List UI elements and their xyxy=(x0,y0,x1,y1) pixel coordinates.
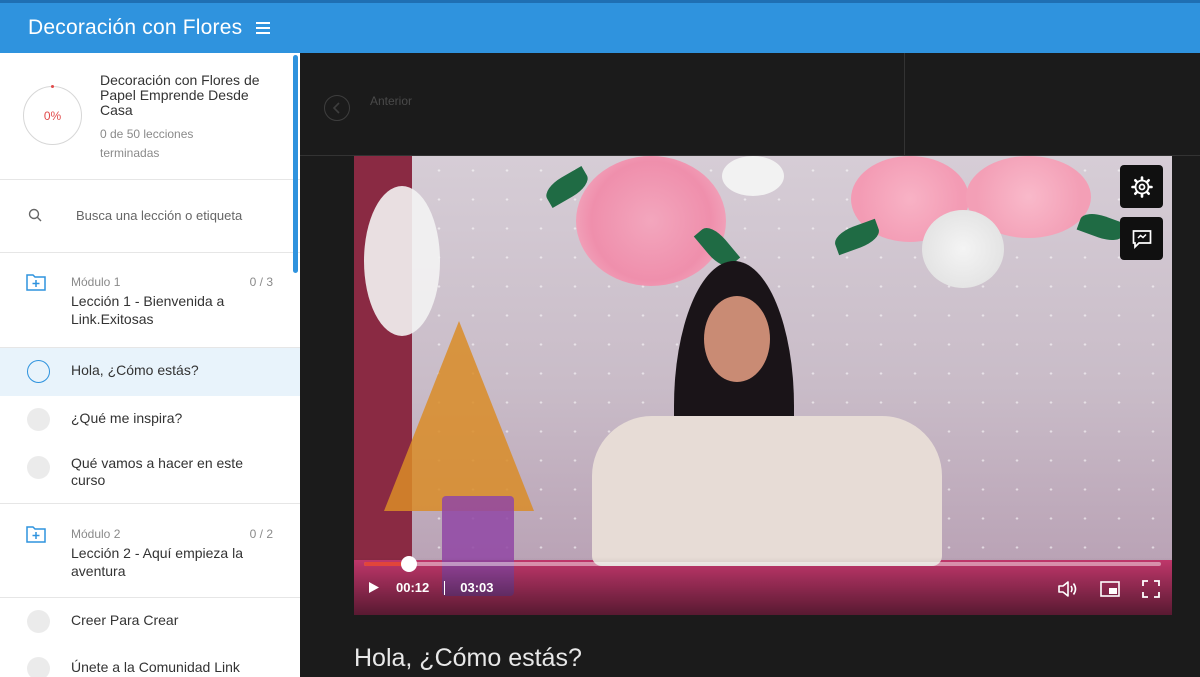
module-header[interactable]: Módulo 2 0 / 2 Lección 2 - Aquí empieza … xyxy=(0,504,300,598)
video-ruler xyxy=(384,321,534,511)
video-player[interactable]: 00:12 03:03 xyxy=(354,156,1172,615)
course-progress-card: 0% Decoración con Flores de Papel Empren… xyxy=(0,53,300,180)
progress-ring: 0% xyxy=(23,85,82,145)
picture-in-picture-icon[interactable] xyxy=(1099,579,1121,599)
play-icon[interactable] xyxy=(368,581,380,594)
course-name: Decoración con Flores de Papel Emprende … xyxy=(100,72,260,118)
lesson-item[interactable]: Creer Para Crear xyxy=(0,598,300,645)
lesson-item[interactable]: ¿Qué me inspira? xyxy=(0,396,300,444)
sidebar-scrollbar[interactable] xyxy=(293,55,298,273)
sidebar-header: Decoración con Flores xyxy=(0,0,300,53)
lesson-title: Únete a la Comunidad Link xyxy=(71,659,240,675)
seek-handle[interactable] xyxy=(401,556,417,572)
module-label: Módulo 1 xyxy=(71,275,121,289)
lesson-title: Qué vamos a hacer en este curso xyxy=(71,455,243,488)
sidebar-content[interactable]: 0% Decoración con Flores de Papel Empren… xyxy=(0,53,300,677)
lesson-title: Hola, ¿Cómo estás? xyxy=(71,362,199,378)
player-controls: 00:12 03:03 xyxy=(354,556,1172,615)
feedback-button[interactable] xyxy=(1120,217,1163,260)
lesson-heading: Hola, ¿Cómo estás? xyxy=(354,644,582,672)
lessons-completed: 0 de 50 lecciones terminadas xyxy=(100,127,194,160)
video-flower xyxy=(576,156,726,286)
chevron-left-icon xyxy=(332,102,340,114)
search-icon xyxy=(28,208,42,222)
module-count: 0 / 2 xyxy=(249,527,273,541)
video-face xyxy=(704,296,770,382)
lesson-item[interactable]: Qué vamos a hacer en este curso xyxy=(0,444,300,504)
lesson-status-icon xyxy=(27,657,50,677)
current-time: 00:12 xyxy=(396,580,430,595)
lesson-status-icon xyxy=(27,360,50,383)
lesson-search[interactable]: Busca una lección o etiqueta xyxy=(0,180,300,253)
seek-bar[interactable] xyxy=(364,556,1161,572)
sidebar: Decoración con Flores 0% Decoración con … xyxy=(0,0,300,677)
previous-button[interactable] xyxy=(324,95,350,121)
gear-icon xyxy=(1130,175,1153,198)
module-title: Lección 2 - Aquí empieza la aventura xyxy=(71,545,243,579)
feedback-icon xyxy=(1132,229,1151,249)
progress-percent: 0% xyxy=(43,108,62,123)
progress-indicator xyxy=(51,85,54,88)
previous-label[interactable]: Anterior xyxy=(370,94,412,108)
lesson-item-active[interactable]: Hola, ¿Cómo estás? xyxy=(0,348,300,396)
fullscreen-icon[interactable] xyxy=(1141,579,1161,599)
video-body xyxy=(592,416,942,566)
search-input[interactable]: Busca una lección o etiqueta xyxy=(76,208,242,223)
course-title: Decoración con Flores xyxy=(28,16,243,39)
module-count: 0 / 3 xyxy=(249,275,273,289)
player-controls-right xyxy=(1057,579,1161,599)
time-separator xyxy=(444,580,446,595)
video-paper-flower xyxy=(364,186,440,336)
folder-plus-icon xyxy=(26,526,46,543)
lesson-title: Creer Para Crear xyxy=(71,612,179,628)
time-display: 00:12 03:03 xyxy=(368,580,494,595)
lesson-status-icon xyxy=(27,610,50,633)
folder-plus-icon xyxy=(26,274,46,291)
nav-divider xyxy=(904,53,905,156)
module-title: Lección 1 - Bienvenida a Link.Exitosas xyxy=(71,293,225,327)
lesson-title: ¿Qué me inspira? xyxy=(71,410,183,426)
module-label: Módulo 2 xyxy=(71,527,121,541)
hamburger-menu-icon[interactable] xyxy=(256,22,271,34)
video-flower xyxy=(722,156,784,196)
settings-button[interactable] xyxy=(1120,165,1163,208)
main-content: Anterior 00:12 03:03 Hola, ¿Cómo estás? xyxy=(300,53,1200,677)
lesson-navbar: Anterior xyxy=(300,53,1200,156)
lesson-status-icon xyxy=(27,456,50,479)
module-header[interactable]: Módulo 1 0 / 3 Lección 1 - Bienvenida a … xyxy=(0,253,300,348)
volume-icon[interactable] xyxy=(1057,579,1079,599)
lesson-item[interactable]: Únete a la Comunidad Link xyxy=(0,645,300,677)
lesson-status-icon xyxy=(27,408,50,431)
duration: 03:03 xyxy=(460,580,494,595)
video-flower xyxy=(922,210,1004,288)
